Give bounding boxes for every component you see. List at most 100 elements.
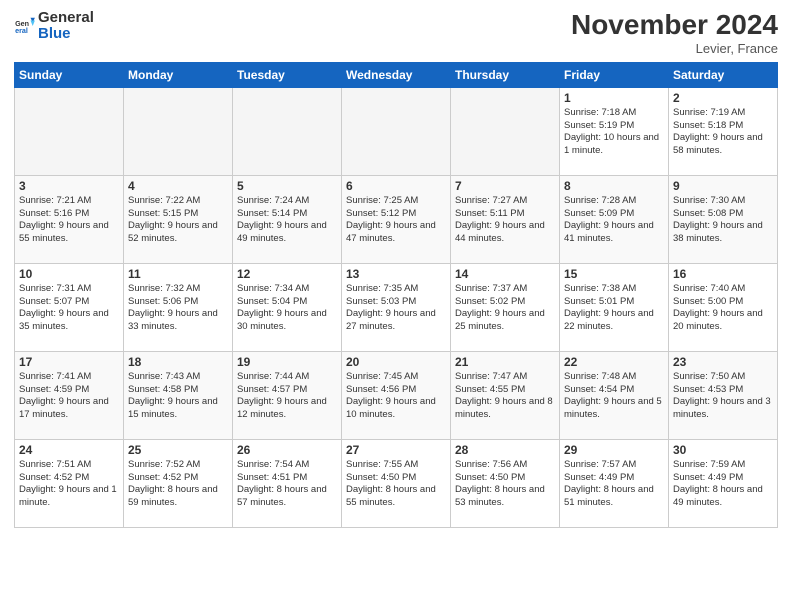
day-number: 23 <box>673 355 773 369</box>
calendar-cell: 11Sunrise: 7:32 AMSunset: 5:06 PMDayligh… <box>124 263 233 351</box>
day-info: Sunrise: 7:40 AMSunset: 5:00 PMDaylight:… <box>673 283 773 334</box>
calendar-cell: 25Sunrise: 7:52 AMSunset: 4:52 PMDayligh… <box>124 439 233 527</box>
calendar-cell: 1 Sunrise: 7:18 AMSunset: 5:19 PMDaylight… <box>560 87 669 175</box>
day-number: 1 <box>564 91 664 105</box>
calendar-cell: 9Sunrise: 7:30 AMSunset: 5:08 PMDaylight… <box>669 175 778 263</box>
day-info: Sunrise: 7:59 AMSunset: 4:49 PMDaylight:… <box>673 459 773 510</box>
day-info: Sunrise: 7:21 AMSunset: 5:16 PMDaylight:… <box>19 195 119 246</box>
day-info: Sunrise: 7:44 AMSunset: 4:57 PMDaylight:… <box>237 371 337 422</box>
day-number: 12 <box>237 267 337 281</box>
calendar-table: Sunday Monday Tuesday Wednesday Thursday… <box>14 62 778 528</box>
day-number: 19 <box>237 355 337 369</box>
calendar-cell: 10Sunrise: 7:31 AMSunset: 5:07 PMDayligh… <box>15 263 124 351</box>
day-number: 10 <box>19 267 119 281</box>
calendar-cell: 12 Sunrise: 7:34 AMSunset: 5:04 PMDayligh… <box>233 263 342 351</box>
day-info: Sunrise: 7:48 AMSunset: 4:54 PMDaylight:… <box>564 371 664 422</box>
calendar-cell: 17 Sunrise: 7:41 AMSunset: 4:59 PMDayligh… <box>15 351 124 439</box>
calendar-cell: 21 Sunrise: 7:47 AMSunset: 4:55 PMDayligh… <box>451 351 560 439</box>
day-info: Sunrise: 7:43 AMSunset: 4:58 PMDaylight:… <box>128 371 228 422</box>
day-info: Sunrise: 7:27 AMSunset: 5:11 PMDaylight:… <box>455 195 555 246</box>
calendar-week-3: 10Sunrise: 7:31 AMSunset: 5:07 PMDayligh… <box>15 263 778 351</box>
calendar-cell: 3 Sunrise: 7:21 AMSunset: 5:16 PMDaylight… <box>15 175 124 263</box>
calendar-cell: 28Sunrise: 7:56 AMSunset: 4:50 PMDayligh… <box>451 439 560 527</box>
calendar-cell: 23 Sunrise: 7:50 AMSunset: 4:53 PMDayligh… <box>669 351 778 439</box>
calendar-cell: 5 Sunrise: 7:24 AMSunset: 5:14 PMDaylight… <box>233 175 342 263</box>
calendar-cell: 22Sunrise: 7:48 AMSunset: 4:54 PMDayligh… <box>560 351 669 439</box>
calendar-cell <box>342 87 451 175</box>
logo-icon: Gen eral <box>14 15 36 37</box>
day-number: 3 <box>19 179 119 193</box>
day-info: Sunrise: 7:28 AMSunset: 5:09 PMDaylight:… <box>564 195 664 246</box>
header: Gen eral General Blue November 2024 Levi… <box>14 10 778 56</box>
calendar-cell: 16 Sunrise: 7:40 AMSunset: 5:00 PMDayligh… <box>669 263 778 351</box>
day-info: Sunrise: 7:54 AMSunset: 4:51 PMDaylight:… <box>237 459 337 510</box>
day-number: 16 <box>673 267 773 281</box>
day-number: 4 <box>128 179 228 193</box>
page-container: Gen eral General Blue November 2024 Levi… <box>0 0 792 536</box>
calendar-cell: 27 Sunrise: 7:55 AMSunset: 4:50 PMDayligh… <box>342 439 451 527</box>
calendar-cell: 18Sunrise: 7:43 AMSunset: 4:58 PMDayligh… <box>124 351 233 439</box>
day-info: Sunrise: 7:18 AMSunset: 5:19 PMDaylight:… <box>564 107 664 158</box>
day-info: Sunrise: 7:41 AMSunset: 4:59 PMDaylight:… <box>19 371 119 422</box>
calendar-cell: 2 Sunrise: 7:19 AMSunset: 5:18 PMDaylight… <box>669 87 778 175</box>
calendar-cell: 6Sunrise: 7:25 AMSunset: 5:12 PMDaylight… <box>342 175 451 263</box>
day-number: 9 <box>673 179 773 193</box>
day-number: 17 <box>19 355 119 369</box>
header-monday: Monday <box>124 62 233 87</box>
day-info: Sunrise: 7:52 AMSunset: 4:52 PMDaylight:… <box>128 459 228 510</box>
day-number: 2 <box>673 91 773 105</box>
day-number: 24 <box>19 443 119 457</box>
day-number: 27 <box>346 443 446 457</box>
calendar-cell: 4 Sunrise: 7:22 AMSunset: 5:15 PMDaylight… <box>124 175 233 263</box>
day-info: Sunrise: 7:51 AMSunset: 4:52 PMDaylight:… <box>19 459 119 510</box>
day-info: Sunrise: 7:24 AMSunset: 5:14 PMDaylight:… <box>237 195 337 246</box>
calendar-cell: 30 Sunrise: 7:59 AMSunset: 4:49 PMDayligh… <box>669 439 778 527</box>
header-tuesday: Tuesday <box>233 62 342 87</box>
calendar-cell: 29 Sunrise: 7:57 AMSunset: 4:49 PMDayligh… <box>560 439 669 527</box>
day-info: Sunrise: 7:19 AMSunset: 5:18 PMDaylight:… <box>673 107 773 158</box>
title-block: November 2024 Levier, France <box>571 10 778 56</box>
calendar-week-5: 24 Sunrise: 7:51 AMSunset: 4:52 PMDayligh… <box>15 439 778 527</box>
month-year-title: November 2024 <box>571 10 778 41</box>
calendar-week-4: 17 Sunrise: 7:41 AMSunset: 4:59 PMDayligh… <box>15 351 778 439</box>
day-number: 8 <box>564 179 664 193</box>
location-text: Levier, France <box>571 41 778 56</box>
day-info: Sunrise: 7:35 AMSunset: 5:03 PMDaylight:… <box>346 283 446 334</box>
calendar-cell: 19 Sunrise: 7:44 AMSunset: 4:57 PMDayligh… <box>233 351 342 439</box>
day-number: 29 <box>564 443 664 457</box>
day-info: Sunrise: 7:37 AMSunset: 5:02 PMDaylight:… <box>455 283 555 334</box>
calendar-cell <box>15 87 124 175</box>
day-info: Sunrise: 7:22 AMSunset: 5:15 PMDaylight:… <box>128 195 228 246</box>
svg-text:eral: eral <box>15 27 28 35</box>
header-thursday: Thursday <box>451 62 560 87</box>
calendar-cell: 26 Sunrise: 7:54 AMSunset: 4:51 PMDayligh… <box>233 439 342 527</box>
day-number: 14 <box>455 267 555 281</box>
weekday-header-row: Sunday Monday Tuesday Wednesday Thursday… <box>15 62 778 87</box>
logo-text-general: General <box>38 9 94 26</box>
calendar-cell: 14 Sunrise: 7:37 AMSunset: 5:02 PMDayligh… <box>451 263 560 351</box>
day-number: 15 <box>564 267 664 281</box>
day-info: Sunrise: 7:47 AMSunset: 4:55 PMDaylight:… <box>455 371 555 422</box>
day-number: 30 <box>673 443 773 457</box>
calendar-cell <box>451 87 560 175</box>
calendar-cell: 15 Sunrise: 7:38 AMSunset: 5:01 PMDayligh… <box>560 263 669 351</box>
calendar-cell: 7 Sunrise: 7:27 AMSunset: 5:11 PMDaylight… <box>451 175 560 263</box>
calendar-cell: 20Sunrise: 7:45 AMSunset: 4:56 PMDayligh… <box>342 351 451 439</box>
day-number: 26 <box>237 443 337 457</box>
calendar-week-2: 3 Sunrise: 7:21 AMSunset: 5:16 PMDaylight… <box>15 175 778 263</box>
day-info: Sunrise: 7:55 AMSunset: 4:50 PMDaylight:… <box>346 459 446 510</box>
calendar-cell: 24 Sunrise: 7:51 AMSunset: 4:52 PMDayligh… <box>15 439 124 527</box>
day-number: 21 <box>455 355 555 369</box>
calendar-cell: 8 Sunrise: 7:28 AMSunset: 5:09 PMDaylight… <box>560 175 669 263</box>
day-info: Sunrise: 7:38 AMSunset: 5:01 PMDaylight:… <box>564 283 664 334</box>
day-number: 7 <box>455 179 555 193</box>
calendar-cell <box>233 87 342 175</box>
day-info: Sunrise: 7:57 AMSunset: 4:49 PMDaylight:… <box>564 459 664 510</box>
day-info: Sunrise: 7:50 AMSunset: 4:53 PMDaylight:… <box>673 371 773 422</box>
day-info: Sunrise: 7:34 AMSunset: 5:04 PMDaylight:… <box>237 283 337 334</box>
calendar-cell: 13Sunrise: 7:35 AMSunset: 5:03 PMDayligh… <box>342 263 451 351</box>
calendar-week-1: 1 Sunrise: 7:18 AMSunset: 5:19 PMDaylight… <box>15 87 778 175</box>
day-number: 6 <box>346 179 446 193</box>
day-number: 5 <box>237 179 337 193</box>
logo: Gen eral General Blue <box>14 10 94 42</box>
